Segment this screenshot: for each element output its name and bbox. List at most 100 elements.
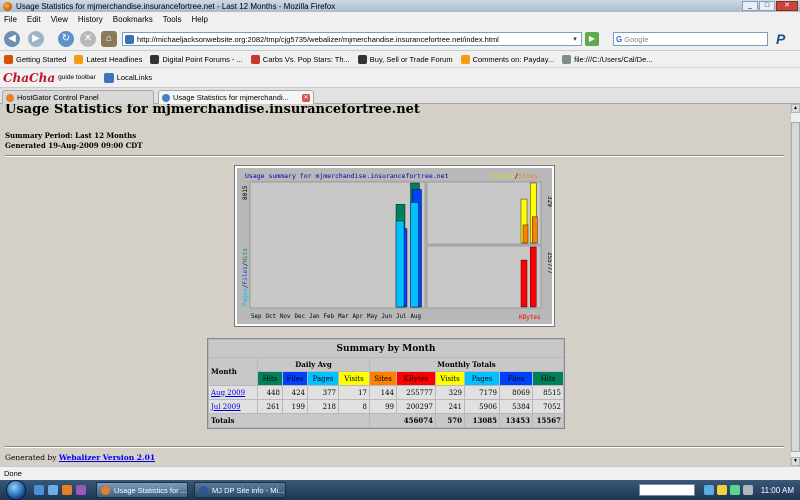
security-icon[interactable] — [716, 485, 727, 495]
maximize-button[interactable]: □ — [759, 1, 775, 11]
internet-explorer-icon[interactable] — [48, 485, 58, 495]
google-icon[interactable]: G — [614, 35, 624, 44]
menu-help[interactable]: Help — [191, 15, 207, 24]
table-cell: 377 — [308, 386, 338, 399]
bookmark-file[interactable]: file:///C:/Users/Cal/De... — [562, 54, 653, 64]
minimize-button[interactable]: _ — [742, 1, 758, 11]
tab-label: HostGator Control Panel — [17, 93, 99, 102]
taskbar-button-word[interactable]: MJ DP Site info - Mi... — [194, 482, 286, 498]
bookmark-getting-started[interactable]: Getting Started — [4, 54, 66, 64]
locallinks-button[interactable]: LocalLinks — [103, 72, 152, 83]
media-player-icon[interactable] — [76, 485, 86, 495]
firefox-icon — [101, 485, 110, 495]
y-icon — [250, 54, 260, 64]
month-label: Jan — [309, 314, 319, 320]
tab-favicon — [162, 93, 170, 102]
scrollbar-thumb[interactable] — [791, 122, 800, 452]
month-link-jul-2009[interactable]: Jul 2009 — [211, 403, 241, 411]
tab-usage-statistics[interactable]: Usage Statistics for mjmerchandi... ✕ — [158, 90, 314, 104]
totals-label: Totals — [209, 414, 369, 427]
webalizer-link[interactable]: Webalizer Version 2.01 — [59, 453, 155, 462]
vertical-scrollbar[interactable]: ▲ ▼ — [790, 104, 800, 466]
chacha-subtitle: guide toolbar — [58, 74, 96, 81]
close-window-button[interactable]: ✕ — [776, 1, 798, 11]
summary-by-month-table: Summary by Month Month Daily Avg Monthly… — [207, 338, 565, 429]
month-label: Jun — [382, 314, 392, 320]
menu-history[interactable]: History — [78, 15, 103, 24]
divider — [5, 155, 784, 157]
home-button[interactable]: ⌂ — [101, 31, 117, 47]
generated-by: Generated by Webalizer Version 2.01 — [5, 453, 155, 462]
menu-file[interactable]: File — [4, 15, 17, 24]
url-bar[interactable]: http://michaeljacksonwebsite.org:2082/tm… — [122, 32, 582, 46]
month-cell: Aug 2009 — [209, 386, 257, 399]
chacha-logo[interactable]: ChaCha — [3, 71, 55, 85]
stop-button[interactable]: ✕ — [80, 31, 96, 47]
tray-search-box[interactable] — [638, 484, 695, 496]
menu-bookmarks[interactable]: Bookmarks — [113, 15, 153, 24]
firefox-quicklaunch-icon[interactable] — [62, 485, 72, 495]
table-cell: 7179 — [465, 386, 499, 399]
page-content: Usage Statistics for mjmerchandise.insur… — [0, 104, 790, 466]
month-link-aug-2009[interactable]: Aug 2009 — [211, 389, 245, 397]
bookmark-latest-headlines[interactable]: Latest Headlines — [74, 54, 142, 64]
taskbar-button-label: Usage Statistics for ... — [114, 485, 187, 495]
totals-kbytes: 456074 — [370, 414, 435, 427]
scroll-down-arrow-icon[interactable]: ▼ — [791, 457, 800, 466]
menu-view[interactable]: View — [51, 15, 68, 24]
tab-favicon — [6, 93, 14, 102]
taskbar-button-label: MJ DP Site info - Mi... — [212, 485, 285, 495]
table-cell: 241 — [436, 400, 464, 413]
url-text[interactable]: http://michaeljacksonwebsite.org:2082/tm… — [137, 35, 569, 44]
reload-button[interactable]: ↻ — [58, 31, 74, 47]
table-cell: 144 — [370, 386, 396, 399]
legend-sites: Sites — [518, 172, 538, 180]
table-cell: 5384 — [500, 400, 532, 413]
search-input[interactable]: G Google — [613, 32, 768, 46]
forward-button[interactable]: ▶ — [28, 31, 44, 47]
bookmark-digital-point[interactable]: Digital Point Forums - ... — [150, 54, 243, 64]
rss-icon — [460, 54, 470, 64]
table-cell: 329 — [436, 386, 464, 399]
show-desktop-icon[interactable] — [34, 485, 44, 495]
update-icon[interactable] — [729, 485, 740, 495]
monthly-visits-header: Visits — [436, 372, 464, 385]
volume-icon[interactable] — [742, 485, 753, 495]
back-button[interactable]: ◀ — [4, 31, 20, 47]
tab-hostgator[interactable]: HostGator Control Panel — [2, 90, 154, 104]
chacha-toolbar: ChaCha guide toolbar LocalLinks — [0, 68, 800, 88]
status-bar: Done — [0, 466, 800, 480]
bar-pages-aug — [410, 202, 419, 308]
totals-row: Totals 456074 570 13085 13453 15567 — [209, 414, 563, 427]
word-icon — [199, 485, 208, 495]
left-max-label: 8015 — [242, 185, 249, 200]
month-label: Sep — [251, 314, 262, 320]
axis-label-hits: Hits — [242, 248, 249, 263]
bar-sites-jul — [522, 224, 529, 244]
monthly-files-header: Files — [500, 372, 532, 385]
summary-period: Summary Period: Last 12 Months Generated… — [5, 131, 142, 151]
window-title: Usage Statistics for mjmerchandise.insur… — [16, 1, 336, 11]
bar-kbytes-jul — [520, 259, 528, 308]
bookmark-buy-sell-trade[interactable]: Buy, Sell or Trade Forum — [357, 54, 453, 64]
status-text: Done — [4, 469, 22, 478]
taskbar-button-firefox[interactable]: Usage Statistics for ... — [96, 482, 188, 498]
bookmark-carbs-vs-pop-stars[interactable]: Carbs Vs. Pop Stars: Th... — [250, 54, 350, 64]
go-button[interactable]: ▶ — [585, 32, 599, 46]
paypal-icon[interactable]: P — [776, 31, 792, 47]
table-cell: 200297 — [397, 400, 435, 413]
month-label: Mar — [338, 314, 349, 320]
month-label: May — [367, 314, 378, 320]
bookmark-comments-payday[interactable]: Comments on: Payday... — [460, 54, 554, 64]
chevron-down-icon[interactable]: ▾ — [569, 35, 581, 43]
start-button[interactable] — [6, 480, 26, 500]
scroll-up-arrow-icon[interactable]: ▲ — [791, 104, 800, 113]
close-tab-icon[interactable]: ✕ — [302, 93, 310, 102]
table-cell: 17 — [339, 386, 369, 399]
menu-tools[interactable]: Tools — [163, 15, 182, 24]
network-icon[interactable] — [703, 485, 714, 495]
page-title: Usage Statistics for mjmerchandise.insur… — [5, 104, 420, 117]
clock[interactable]: 11:00 AM — [761, 486, 794, 495]
menu-edit[interactable]: Edit — [27, 15, 41, 24]
table-cell: 218 — [308, 400, 338, 413]
